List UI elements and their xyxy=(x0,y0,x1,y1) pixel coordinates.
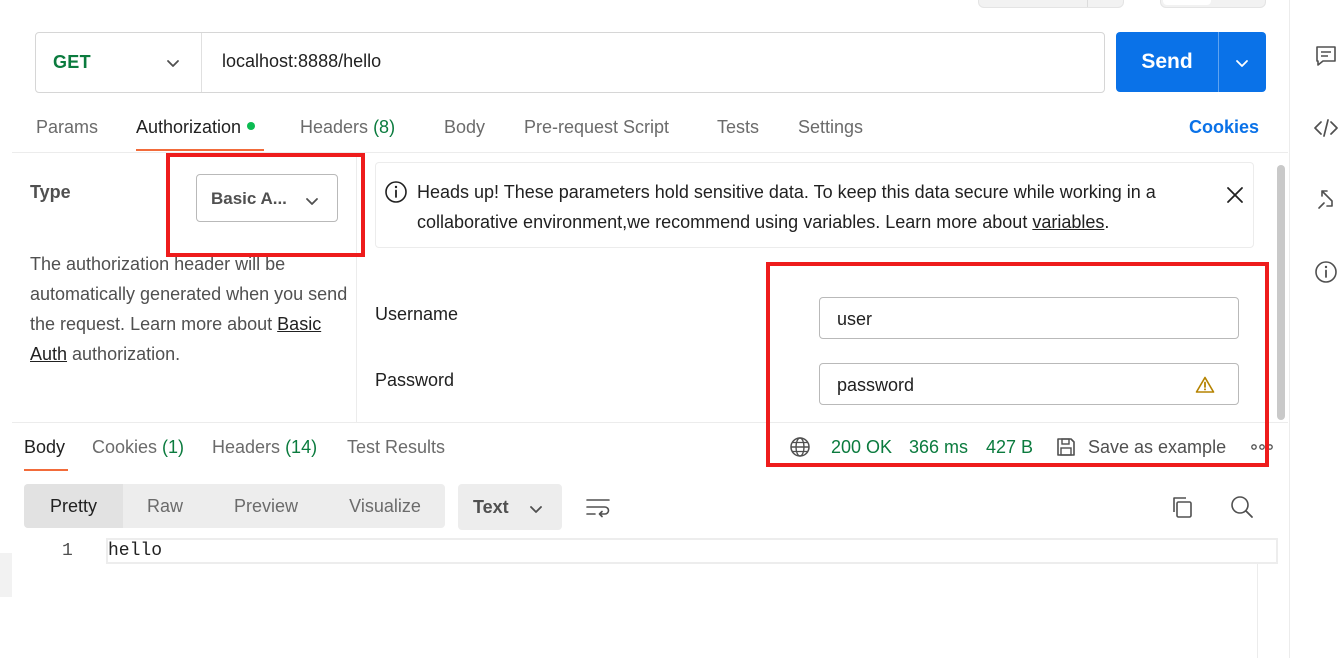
send-button[interactable]: Send xyxy=(1116,32,1218,92)
annotation-box-credentials xyxy=(766,262,1269,467)
active-dot xyxy=(247,122,256,131)
view-preview[interactable]: Preview xyxy=(207,484,325,528)
annotation-box-auth-type xyxy=(166,153,365,257)
pin-icon[interactable] xyxy=(1316,188,1338,212)
tab-body[interactable]: Body xyxy=(444,117,485,138)
tab-headers-label: Headers xyxy=(300,117,369,137)
view-raw[interactable]: Raw xyxy=(123,484,207,528)
search-icon[interactable] xyxy=(1230,495,1254,519)
scrollbar[interactable] xyxy=(1277,165,1285,420)
tab-settings[interactable]: Settings xyxy=(798,117,863,138)
active-line-highlight xyxy=(106,538,1278,564)
response-body-line[interactable]: hello xyxy=(108,541,162,561)
editor-edge xyxy=(1257,564,1258,658)
chevron-down-icon[interactable] xyxy=(1234,55,1250,71)
active-tab-indicator xyxy=(136,149,264,151)
response-tab-body[interactable]: Body xyxy=(24,437,65,458)
copy-icon[interactable] xyxy=(1170,495,1194,519)
response-view-toggle: Pretty Raw Preview Visualize xyxy=(24,484,445,528)
top-toolbar-toggle[interactable] xyxy=(1160,0,1266,8)
auth-description: The authorization header will be automat… xyxy=(30,249,350,369)
chevron-down-icon xyxy=(530,506,542,513)
line-number: 1 xyxy=(62,541,73,561)
response-tab-headers-count: (14) xyxy=(285,437,318,457)
variables-link[interactable]: variables xyxy=(1032,212,1104,232)
close-icon[interactable] xyxy=(1225,185,1245,205)
response-tab-test-results[interactable]: Test Results xyxy=(347,437,445,458)
response-tab-headers-label: Headers xyxy=(212,437,281,457)
tab-pre-request-script[interactable]: Pre-request Script xyxy=(524,117,669,138)
active-response-tab-indicator xyxy=(24,469,68,471)
tab-tests[interactable]: Tests xyxy=(717,117,759,138)
format-select[interactable]: Text xyxy=(458,484,562,530)
response-tab-headers[interactable]: Headers (14) xyxy=(212,437,317,458)
code-icon[interactable] xyxy=(1313,116,1339,140)
tab-authorization[interactable]: Authorization xyxy=(136,117,256,138)
tab-params[interactable]: Params xyxy=(36,117,98,138)
tab-headers-count: (8) xyxy=(373,117,396,137)
view-pretty[interactable]: Pretty xyxy=(24,484,123,528)
editor-gutter xyxy=(0,553,12,597)
send-divider xyxy=(1218,32,1219,92)
cookies-link[interactable]: Cookies xyxy=(1189,117,1259,138)
send-button-group: Send xyxy=(1116,32,1266,92)
url-bar: GET localhost:8888/hello xyxy=(35,32,1105,93)
tab-authorization-label: Authorization xyxy=(136,117,242,137)
info-icon xyxy=(385,181,407,203)
method-label: GET xyxy=(53,52,91,72)
password-label: Password xyxy=(375,370,455,390)
right-sidebar-divider xyxy=(1289,0,1290,658)
response-tab-cookies-count: (1) xyxy=(162,437,185,457)
alert-message: Heads up! These parameters hold sensitiv… xyxy=(417,177,1217,237)
comment-icon[interactable] xyxy=(1314,44,1338,68)
right-info-icon[interactable] xyxy=(1314,260,1338,284)
chevron-down-icon xyxy=(167,60,179,67)
response-tab-cookies[interactable]: Cookies (1) xyxy=(92,437,184,458)
method-select[interactable]: GET xyxy=(36,33,202,92)
auth-desc-end: authorization. xyxy=(67,344,181,364)
top-toolbar-group[interactable] xyxy=(978,0,1124,8)
format-value: Text xyxy=(473,497,509,517)
wrap-lines-icon[interactable] xyxy=(585,495,611,519)
tab-headers[interactable]: Headers (8) xyxy=(300,117,395,138)
response-tab-cookies-label: Cookies xyxy=(92,437,158,457)
alert-message-end: . xyxy=(1104,212,1110,232)
sensitive-data-alert: Heads up! These parameters hold sensitiv… xyxy=(375,162,1254,248)
username-label: Username xyxy=(375,304,459,324)
view-visualize[interactable]: Visualize xyxy=(325,484,445,528)
auth-type-label: Type xyxy=(30,182,71,202)
url-input[interactable]: localhost:8888/hello xyxy=(222,51,381,72)
